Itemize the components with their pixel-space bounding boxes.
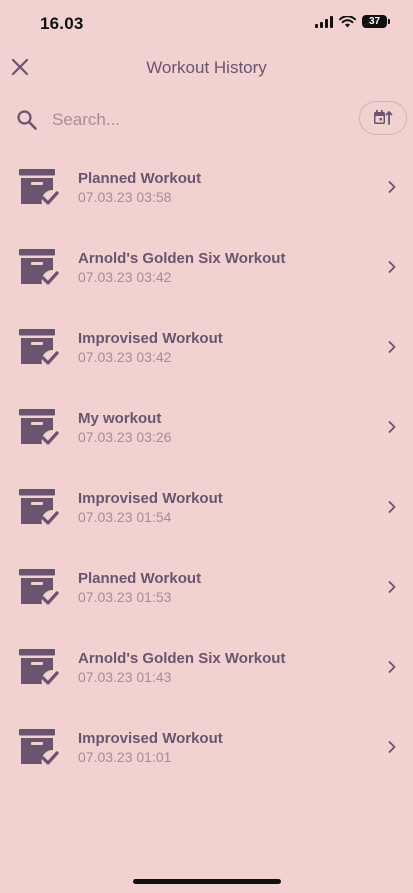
chevron-right-icon [388,501,396,513]
workout-history-item[interactable]: Arnold's Golden Six Workout 07.03.23 03:… [0,227,413,307]
workout-history-item[interactable]: Arnold's Golden Six Workout 07.03.23 01:… [0,627,413,707]
archive-check-icon [19,649,59,685]
chevron-right-icon [388,341,396,353]
search-icon [17,110,37,130]
status-time: 16.03 [40,14,84,33]
workout-history-item[interactable]: Improvised Workout 07.03.23 03:42 [0,307,413,387]
archive-check-icon [19,729,59,765]
chevron-right-icon [388,181,396,193]
workout-history-item[interactable]: Planned Workout 07.03.23 01:53 [0,547,413,627]
workout-date: 07.03.23 01:54 [78,509,172,525]
home-indicator [133,879,281,884]
workout-name: Arnold's Golden Six Workout [78,250,286,267]
chevron-right-icon [388,581,396,593]
page-title: Workout History [146,58,267,77]
workout-name: My workout [78,410,162,427]
status-bar: 16.03 37 [0,0,413,44]
search-input[interactable] [52,106,332,134]
workout-name: Planned Workout [78,570,202,587]
battery-level: 37 [368,16,381,27]
workout-name: Improvised Workout [78,330,223,347]
workout-name: Improvised Workout [78,730,223,747]
workout-history-item[interactable]: Improvised Workout 07.03.23 01:54 [0,467,413,547]
chevron-right-icon [388,261,396,273]
workout-date: 07.03.23 03:42 [78,269,172,285]
workout-name: Improvised Workout [78,490,223,507]
archive-check-icon [19,249,59,285]
workout-date: 07.03.23 03:42 [78,349,172,365]
workout-date: 07.03.23 03:58 [78,189,172,205]
chevron-right-icon [388,741,396,753]
workout-date: 07.03.23 01:53 [78,589,172,605]
archive-check-icon [19,489,59,525]
workout-name: Arnold's Golden Six Workout [78,650,286,667]
workout-name: Planned Workout [78,170,202,187]
archive-check-icon [19,329,59,365]
workout-history-item[interactable]: My workout 07.03.23 03:26 [0,387,413,467]
chevron-right-icon [388,421,396,433]
calendar-sort-icon [374,110,393,125]
battery-icon: 37 [362,15,390,28]
archive-check-icon [19,169,59,205]
status-icons: 37 [315,15,390,28]
workout-history-item[interactable]: Improvised Workout 07.03.23 01:01 [0,707,413,787]
sort-by-date-button[interactable] [359,101,407,135]
cellular-signal-icon [315,15,333,28]
archive-check-icon [19,409,59,445]
workout-history-list: Planned Workout 07.03.23 03:58 Arnold's … [0,147,413,787]
wifi-icon [339,15,356,27]
search-bar [0,100,413,140]
chevron-right-icon [388,661,396,673]
header: Workout History [0,50,413,86]
workout-history-item[interactable]: Planned Workout 07.03.23 03:58 [0,147,413,227]
workout-date: 07.03.23 01:01 [78,749,172,765]
archive-check-icon [19,569,59,605]
workout-date: 07.03.23 03:26 [78,429,172,445]
workout-date: 07.03.23 01:43 [78,669,172,685]
